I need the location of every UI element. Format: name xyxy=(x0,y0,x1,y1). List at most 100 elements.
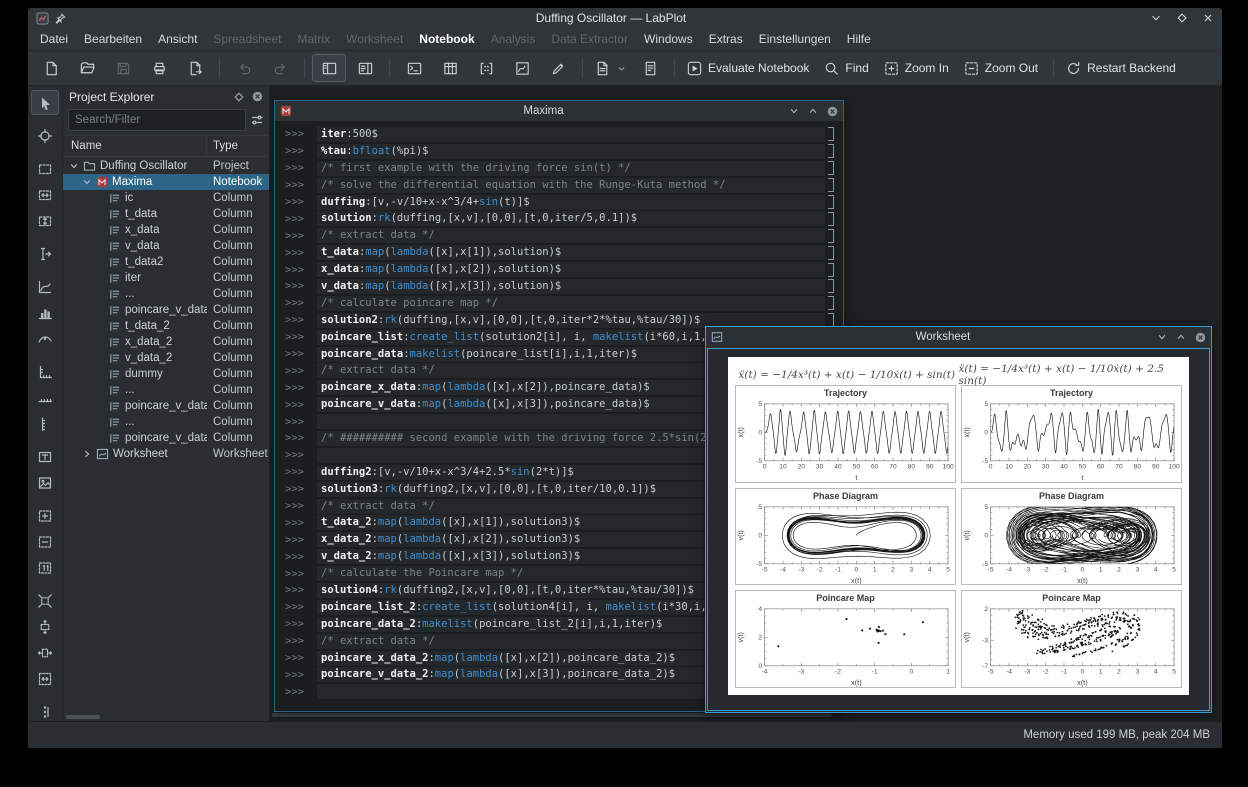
plot-poincare-map-2[interactable]: Poincare Map -5-4-3-2-10123452-3-7x(t)v(… xyxy=(961,590,1182,688)
fit-width-icon[interactable] xyxy=(31,640,59,665)
new-spreadsheet-button[interactable] xyxy=(433,54,467,82)
cell-bracket-icon[interactable] xyxy=(828,144,834,158)
menu-bearbeiten[interactable]: Bearbeiten xyxy=(76,29,150,50)
zoom-in-area-icon[interactable] xyxy=(31,503,59,528)
new-worksheet-button[interactable] xyxy=(505,54,539,82)
zoom-out-area-icon[interactable] xyxy=(31,529,59,554)
toggle-properties-dock-button[interactable] xyxy=(348,54,382,82)
zoom-x-select-icon[interactable] xyxy=(31,182,59,207)
zoom-out-button[interactable]: Zoom Out xyxy=(959,54,1046,82)
cell-bracket-icon[interactable] xyxy=(828,246,834,260)
command-entry[interactable]: /* first example with the driving force … xyxy=(317,161,825,176)
tree-item-t_data_2[interactable]: t_data_2Column xyxy=(63,318,269,334)
menu-notebook[interactable]: Notebook xyxy=(411,29,482,50)
expander-icon[interactable] xyxy=(69,162,79,170)
cell-bracket-icon[interactable] xyxy=(828,296,834,310)
tree-item-duffingoscillator[interactable]: Duffing OscillatorProject xyxy=(63,158,269,174)
tree-item-x_data[interactable]: x_dataColumn xyxy=(63,222,269,238)
command-entry[interactable]: x_data:map(lambda([x],x[2]),solution)$ xyxy=(317,262,825,277)
command-entry[interactable]: v_data:map(lambda([x],x[3]),solution)$ xyxy=(317,279,825,294)
zoom-select-icon[interactable] xyxy=(31,156,59,181)
tree-item-v_data_2[interactable]: v_data_2Column xyxy=(63,350,269,366)
cursor-line-icon[interactable] xyxy=(31,241,59,266)
cell-bracket-icon[interactable] xyxy=(828,178,834,192)
tree-column-headers[interactable]: Name Type xyxy=(63,135,269,157)
subwindow-close-icon[interactable] xyxy=(1195,332,1206,343)
axis-horizontal-icon[interactable] xyxy=(31,385,59,410)
subwindow-minimize-icon[interactable] xyxy=(1157,332,1167,342)
menu-datei[interactable]: Datei xyxy=(32,29,76,50)
close-dock-icon[interactable] xyxy=(252,91,263,102)
scrollbar-thumb[interactable] xyxy=(66,715,100,719)
subwindow-minimize-icon[interactable] xyxy=(789,106,799,116)
plot-area[interactable]: -5-4-3-2-10123452-3-7x(t)v(t) xyxy=(962,606,1181,687)
window-titlebar[interactable]: Duffing Oscillator — LabPlot xyxy=(28,8,1222,28)
tree-item-poincare_v_data2[interactable]: poincare_v_data2Column xyxy=(63,302,269,318)
zoom-original-icon[interactable] xyxy=(31,555,59,580)
subwindow-close-icon[interactable] xyxy=(827,106,838,117)
command-entry[interactable]: %tau:bfloat(%pi)$ xyxy=(317,144,825,159)
tree-item-t_data2[interactable]: t_data2Column xyxy=(63,254,269,270)
text-label-icon[interactable] xyxy=(31,444,59,469)
tree-item-[interactable]: ...Column xyxy=(63,286,269,302)
toggle-project-explorer-button[interactable] xyxy=(312,54,346,82)
axis-vertical-icon[interactable] xyxy=(31,411,59,436)
pin-icon[interactable] xyxy=(55,13,66,24)
plot-area[interactable]: -4-3-2-101024x(t)v(t) xyxy=(736,606,955,687)
equation-label[interactable]: ẍ(t) = −1/4x³(t) + x(t) − 1/10ẋ(t) + 2.5… xyxy=(959,364,1183,385)
zoom-y-select-icon[interactable] xyxy=(31,208,59,233)
cell-bracket-icon[interactable] xyxy=(828,127,834,141)
fit-page-icon[interactable] xyxy=(31,666,59,691)
menu-ansicht[interactable]: Ansicht xyxy=(150,29,205,50)
tree-item-iter[interactable]: iterColumn xyxy=(63,270,269,286)
tree-item-maxima[interactable]: MaximaNotebook xyxy=(63,174,269,190)
plot-area[interactable]: 0102030405060708090100-505tx(t) xyxy=(736,401,955,482)
subwindow-restore-icon[interactable] xyxy=(1176,332,1186,342)
tree-item-worksheet[interactable]: WorksheetWorksheet xyxy=(63,446,269,462)
new-note-button[interactable] xyxy=(633,54,667,82)
plot-area[interactable]: 0102030405060708090100-505tx(t) xyxy=(962,401,1181,482)
plot-trajectory-1[interactable]: Trajectory 0102030405060708090100-505tx(… xyxy=(735,385,956,483)
command-entry[interactable]: /* solve the differential equation with … xyxy=(317,178,825,193)
undo-button[interactable] xyxy=(227,54,261,82)
menu-hilfe[interactable]: Hilfe xyxy=(839,29,879,50)
open-file-button[interactable] xyxy=(70,54,104,82)
subwindow-restore-icon[interactable] xyxy=(808,106,818,116)
expander-icon[interactable] xyxy=(82,178,92,186)
plot-area[interactable]: -5-4-3-2-1012345-505x(t)v(t) xyxy=(736,504,955,585)
fit-selection-icon[interactable] xyxy=(31,588,59,613)
worksheet-canvas[interactable]: ẍ(t) = −1/4x³(t) + x(t) − 1/10ẋ(t) + sin… xyxy=(728,357,1189,695)
export-file-button[interactable] xyxy=(178,54,212,82)
new-matrix-button[interactable] xyxy=(469,54,503,82)
command-entry[interactable]: iter:500$ xyxy=(317,127,825,142)
redo-button[interactable] xyxy=(263,54,297,82)
arrow-cursor-icon[interactable] xyxy=(31,90,59,115)
fit-height-icon[interactable] xyxy=(31,614,59,639)
maximize-button[interactable] xyxy=(1176,12,1188,24)
column-header-name[interactable]: Name xyxy=(63,136,207,156)
worksheet-titlebar[interactable]: Worksheet xyxy=(706,327,1211,347)
tree-item-t_data[interactable]: t_dataColumn xyxy=(63,206,269,222)
search-input[interactable] xyxy=(68,109,246,131)
maxima-titlebar[interactable]: Maxima xyxy=(275,101,843,121)
new-notebook-button[interactable] xyxy=(397,54,431,82)
expander-icon[interactable] xyxy=(82,450,92,458)
xy-curve-icon[interactable] xyxy=(31,274,59,299)
tree-item-x_data_2[interactable]: x_data_2Column xyxy=(63,334,269,350)
filter-options-icon[interactable] xyxy=(250,113,264,127)
image-icon[interactable] xyxy=(31,470,59,495)
cell-bracket-icon[interactable] xyxy=(828,229,834,243)
cell-bracket-icon[interactable] xyxy=(828,263,834,277)
plot-trajectory-2[interactable]: Trajectory 0102030405060708090100-505tx(… xyxy=(961,385,1182,483)
menu-einstellungen[interactable]: Einstellungen xyxy=(751,29,839,50)
plot-area[interactable]: -5-4-3-2-1012345-505x(t)v(t) xyxy=(962,504,1181,585)
tree-item-[interactable]: ...Column xyxy=(63,414,269,430)
command-entry[interactable]: duffing:[v,-v/10+x-x^3/4+sin(t)]$ xyxy=(317,195,825,210)
command-entry[interactable]: /* extract data */ xyxy=(317,228,825,243)
color-theme-button[interactable] xyxy=(541,54,575,82)
find-button[interactable]: Find xyxy=(819,54,876,82)
tree-item-poincare_v_data_2[interactable]: poincare_v_data_2Column xyxy=(63,430,269,446)
tree-item-v_data[interactable]: v_dataColumn xyxy=(63,238,269,254)
tree-item-dummy[interactable]: dummyColumn xyxy=(63,366,269,382)
evaluate-button[interactable]: Evaluate Notebook xyxy=(682,54,817,82)
